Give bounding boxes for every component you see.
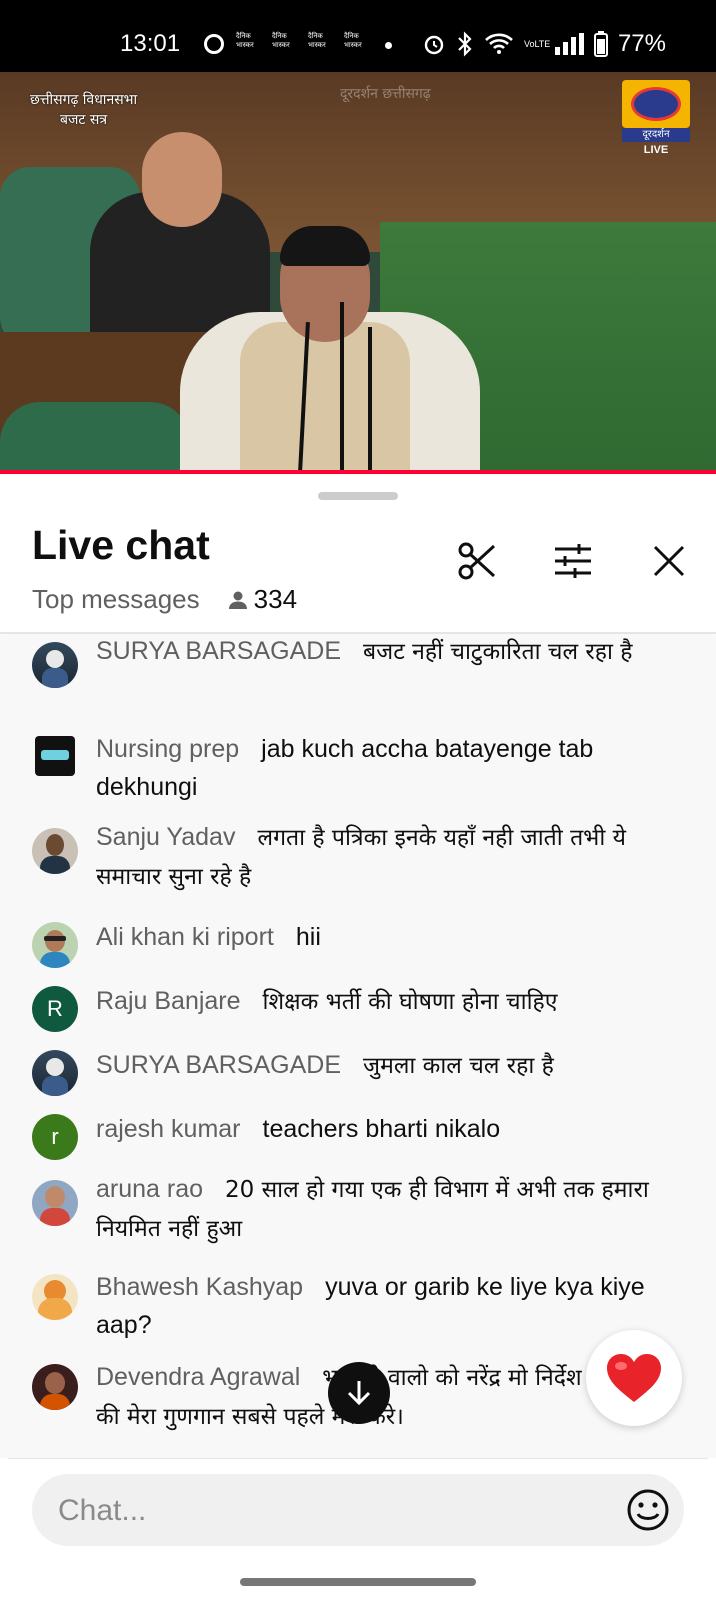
live-chat-title: Live chat <box>32 522 210 568</box>
bhaskar-notif-icon: दैनिक भास्कर <box>308 33 326 49</box>
sliders-icon <box>555 544 591 578</box>
message-text: बजट नहीं चाटुकारिता चल रहा है <box>363 639 633 665</box>
video-player[interactable]: छत्तीसगढ़ विधानसभा बजट सत्र दूरदर्शन छत्… <box>0 72 716 472</box>
close-chat-button[interactable] <box>646 538 692 584</box>
chat-input-container[interactable] <box>32 1474 684 1548</box>
message-text: teachers bharti nikalo <box>262 1115 501 1143</box>
message-author: Ali khan ki riport <box>96 923 274 951</box>
clip-button[interactable] <box>454 538 500 584</box>
video-mic <box>340 302 344 472</box>
message-body: rajesh kumar teachers bharti nikalo <box>96 1110 676 1148</box>
bhaskar-notif-icon: दैनिक भास्कर <box>344 33 362 49</box>
doordarshan-name: दूरदर्शन <box>622 128 690 142</box>
message-author: Raju Banjare <box>96 987 241 1015</box>
status-time: 13:01 <box>120 30 181 57</box>
chat-subheader: Top messages 334 <box>32 584 297 615</box>
avatar-letter: R <box>47 996 63 1021</box>
message-author: aruna rao <box>96 1175 204 1203</box>
drag-handle[interactable] <box>318 492 398 500</box>
status-notif-icon-1 <box>204 34 224 54</box>
avatar <box>32 1050 78 1096</box>
avatar <box>32 1364 78 1410</box>
caption-line-1: छत्तीसगढ़ विधानसभा <box>30 92 138 108</box>
message-body: Raju Banjare शिक्षक भर्ती की घोषणा होना च… <box>96 982 676 1021</box>
video-caption: छत्तीसगढ़ विधानसभा बजट सत्र <box>30 90 137 130</box>
avatar-letter: r <box>51 1124 59 1149</box>
chat-input-bar <box>0 1458 716 1600</box>
scroll-to-bottom-button[interactable] <box>328 1362 390 1424</box>
message-author: SURYA BARSAGADE <box>96 637 341 665</box>
message-body: Bhawesh Kashyap yuva or garib ke liye kya… <box>96 1268 676 1344</box>
caption-line-2: बजट सत्र <box>60 112 108 128</box>
message-text: hii <box>295 923 321 951</box>
message-author: Devendra Agrawal <box>96 1363 301 1391</box>
input-divider <box>8 1458 708 1459</box>
message-author: rajesh kumar <box>96 1115 241 1143</box>
close-icon <box>653 545 685 577</box>
top-messages-selector[interactable]: Top messages <box>32 584 200 615</box>
video-seat <box>0 402 190 472</box>
smiley-icon[interactable] <box>626 1488 670 1532</box>
avatar <box>32 1274 78 1320</box>
signal-icon <box>554 33 584 55</box>
avatar <box>32 642 78 688</box>
more-notif-dot-icon <box>385 42 392 49</box>
chat-message-list[interactable]: SURYA BARSAGADE बजट नहीं चाटुकारिता चल रह… <box>0 636 716 1458</box>
avatar <box>32 1180 78 1226</box>
avatar <box>35 736 75 776</box>
wifi-icon <box>485 33 513 54</box>
volte-label: VoLTE <box>523 39 551 49</box>
avatar: R <box>32 986 78 1032</box>
message-author: Sanju Yadav <box>96 823 236 851</box>
message-author: SURYA BARSAGADE <box>96 1051 341 1079</box>
message-author: Bhawesh Kashyap <box>96 1273 304 1301</box>
video-watermark: दूरदर्शन छत्तीसगढ़ <box>340 86 431 102</box>
viewer-count: 334 <box>228 584 297 615</box>
bhaskar-notif-icon: दैनिक भास्कर <box>236 33 254 49</box>
message-text: शिक्षक भर्ती की घोषणा होना चाहिए <box>262 989 558 1015</box>
status-right-icons: VoLTE 77% <box>422 30 666 58</box>
message-body: aruna rao 20 साल हो गया एक ही विभाग में अ… <box>96 1170 676 1248</box>
avatar <box>32 922 78 968</box>
video-person-speaking <box>180 226 480 472</box>
viewer-count-value: 334 <box>253 584 298 614</box>
scissors-icon <box>458 542 496 580</box>
live-badge: LIVE <box>643 144 669 156</box>
chat-input[interactable] <box>56 1474 600 1548</box>
message-body: SURYA BARSAGADE जुमला काल चल रहा है <box>96 1046 676 1085</box>
message-body: Sanju Yadav लगता है पत्रिका इनके यहाँ नही… <box>96 818 676 896</box>
battery-icon <box>593 31 608 57</box>
battery-percent: 77% <box>617 30 666 57</box>
arrow-down-icon <box>347 1381 371 1406</box>
message-text: जुमला काल चल रहा है <box>363 1053 554 1079</box>
chat-filter-button[interactable] <box>550 538 596 584</box>
doordarshan-logo: दूरदर्शन LIVE <box>622 80 690 156</box>
bhaskar-notif-icon: दैनिक भास्कर <box>272 33 290 49</box>
video-mic <box>368 327 372 472</box>
avatar: r <box>32 1114 78 1160</box>
gesture-nav-bar[interactable] <box>240 1578 476 1586</box>
bluetooth-icon <box>458 31 472 57</box>
person-icon <box>228 591 247 609</box>
doordarshan-logo-mark-icon <box>622 80 690 128</box>
heart-icon <box>607 1354 661 1402</box>
avatar <box>32 828 78 874</box>
message-body: Nursing prep jab kuch accha batayenge tab… <box>96 730 676 806</box>
message-body: Ali khan ki riport hii <box>96 918 676 956</box>
alarm-icon <box>424 35 444 55</box>
message-body: SURYA BARSAGADE बजट नहीं चाटुकारिता चल रह… <box>96 632 676 671</box>
reaction-button[interactable] <box>586 1330 682 1426</box>
message-author: Nursing prep <box>96 735 240 763</box>
